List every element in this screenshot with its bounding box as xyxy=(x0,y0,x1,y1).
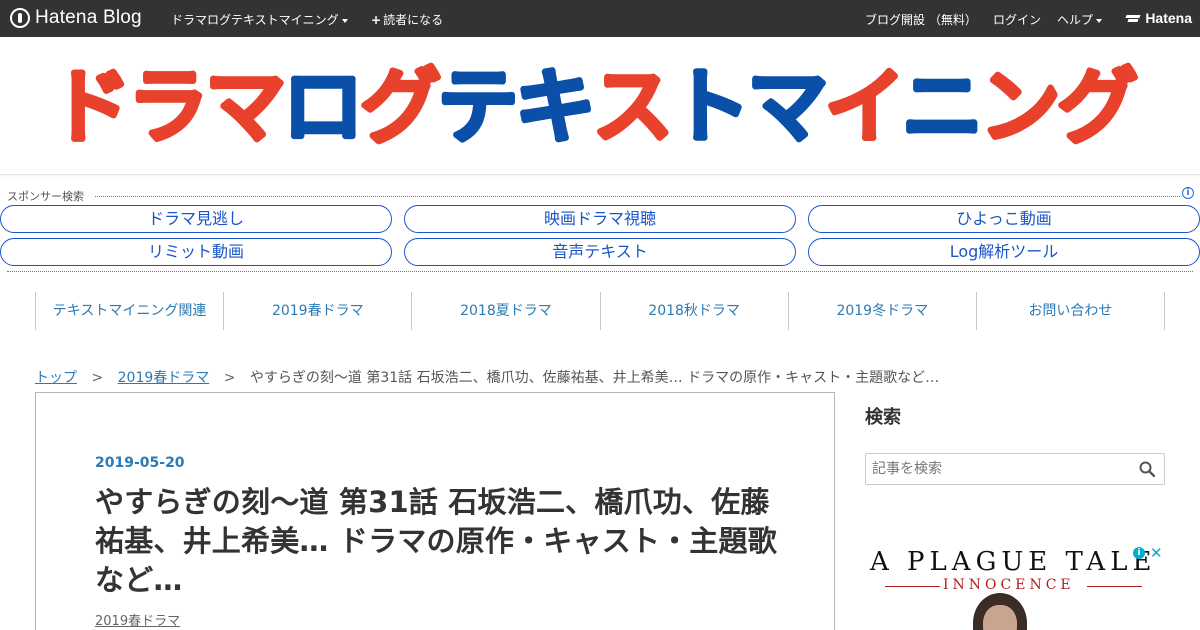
logo-character: ド xyxy=(50,60,127,149)
sponsor-link-button[interactable]: 音声テキスト xyxy=(404,238,796,266)
category-link[interactable]: テキストマイニング関連 xyxy=(35,292,223,330)
search-input[interactable] xyxy=(866,454,1136,484)
sponsor-link-button[interactable]: 映画ドラマ視聴 xyxy=(404,205,796,233)
hatena-label: Hatena xyxy=(1145,10,1192,26)
adchoices-icon[interactable]: i xyxy=(1133,547,1145,559)
article-category-link[interactable]: 2019春ドラマ xyxy=(95,610,180,629)
logo-character: マ xyxy=(205,60,283,149)
sponsor-search-label: スポンサー検索 xyxy=(7,188,88,204)
logo-character: グ xyxy=(360,60,440,149)
plus-icon: + xyxy=(371,13,382,27)
breadcrumb-separator: > xyxy=(223,370,236,386)
ad-title: A PLAGUE TALE xyxy=(870,547,1157,577)
search-icon[interactable] xyxy=(1139,461,1155,477)
blog-menu-label: ドラマログテキストマイニング xyxy=(171,13,339,27)
logo-character: イ xyxy=(824,60,901,149)
ad-decor-line xyxy=(885,586,940,587)
ad-subtitle: INNOCENCE xyxy=(943,577,1075,593)
logo-character: キ xyxy=(515,60,592,149)
hatena-blog-icon xyxy=(10,8,30,28)
subscribe-button[interactable]: + 読者になる xyxy=(371,11,443,28)
subscribe-label: 読者になる xyxy=(383,13,444,27)
login-link[interactable]: ログイン xyxy=(993,11,1041,28)
logo-character: マ xyxy=(747,60,825,149)
blog-header: ドラマログテキストマイニング xyxy=(0,37,1200,175)
blog-title-text: ドラマログテキストマイニング xyxy=(50,60,1136,149)
help-menu[interactable]: ヘルプ xyxy=(1057,11,1103,28)
divider xyxy=(7,271,1193,272)
breadcrumb-category-link[interactable]: 2019春ドラマ xyxy=(118,370,210,386)
sponsor-link-button[interactable]: リミット動画 xyxy=(0,238,392,266)
chevron-down-icon xyxy=(1096,18,1103,23)
sponsor-link-button[interactable]: ひよっこ動画 xyxy=(808,205,1200,233)
sponsor-link-button[interactable]: ドラマ見逃し xyxy=(0,205,392,233)
category-nav: テキストマイニング関連 2019春ドラマ 2018夏ドラマ 2018秋ドラマ 2… xyxy=(35,292,1166,330)
logo-character: ン xyxy=(979,60,1056,149)
info-icon[interactable]: i xyxy=(1182,187,1194,199)
chevron-down-icon xyxy=(341,18,348,23)
logo-character: ラ xyxy=(127,60,204,149)
blog-menu[interactable]: ドラマログテキストマイニング xyxy=(171,11,348,28)
search-form xyxy=(865,453,1165,485)
logo-character: ニ xyxy=(902,60,979,149)
brand-label: Hatena Blog xyxy=(35,7,142,28)
sponsor-link-button[interactable]: Log解析ツール xyxy=(808,238,1200,266)
category-link[interactable]: 2019春ドラマ xyxy=(223,292,411,330)
breadcrumb: トップ > 2019春ドラマ > やすらぎの刻～道 第31話 石坂浩二、橋爪功、… xyxy=(35,367,939,387)
category-link[interactable]: 2018秋ドラマ xyxy=(599,292,788,330)
divider xyxy=(95,196,1180,197)
hatena-icon xyxy=(1126,13,1142,23)
close-icon[interactable]: ✕ xyxy=(1150,544,1163,562)
hatena-blog-logo[interactable]: Hatena Blog xyxy=(10,7,142,29)
article-card: 2019-05-20 やすらぎの刻～道 第31話 石坂浩二、橋爪功、佐藤祐基、井… xyxy=(35,392,835,630)
help-label: ヘルプ xyxy=(1057,13,1094,27)
article-date[interactable]: 2019-05-20 xyxy=(95,455,185,471)
logo-character: グ xyxy=(1057,60,1137,149)
search-heading: 検索 xyxy=(865,407,901,428)
open-blog-link[interactable]: ブログ開設 （無料） xyxy=(865,11,977,28)
breadcrumb-current: やすらぎの刻～道 第31話 石坂浩二、橋爪功、佐藤祐基、井上希美… ドラマの原作… xyxy=(249,370,940,386)
sidebar-ad[interactable]: A PLAGUE TALE INNOCENCE xyxy=(865,543,1165,630)
logo-character: ロ xyxy=(282,60,359,149)
ad-image-face xyxy=(983,605,1017,630)
hatena-link[interactable]: Hatena xyxy=(1126,10,1192,26)
logo-character: ス xyxy=(592,60,669,149)
logo-character: テ xyxy=(437,60,514,149)
breadcrumb-separator: > xyxy=(91,370,104,386)
logo-character: ト xyxy=(670,60,747,149)
global-header: Hatena Blog ドラマログテキストマイニング + 読者になる ブログ開設 … xyxy=(0,0,1200,37)
ad-decor-line xyxy=(1087,586,1142,587)
blog-title-logo[interactable]: ドラマログテキストマイニング xyxy=(50,59,1150,149)
category-link[interactable]: 2018夏ドラマ xyxy=(411,292,599,330)
category-link[interactable]: 2019冬ドラマ xyxy=(787,292,976,330)
category-link[interactable]: お問い合わせ xyxy=(975,292,1166,330)
article-title[interactable]: やすらぎの刻～道 第31話 石坂浩二、橋爪功、佐藤祐基、井上希美… ドラマの原作… xyxy=(95,483,785,600)
breadcrumb-top-link[interactable]: トップ xyxy=(35,370,77,386)
